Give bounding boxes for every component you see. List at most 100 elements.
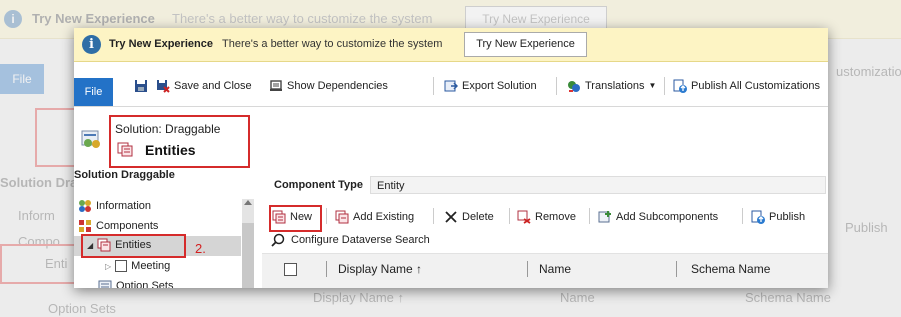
component-panel: Component Type Entity New Add Existing D…: [262, 169, 828, 288]
publish-all-label: Publish All Customizations: [691, 79, 821, 92]
toolbar-divider: [433, 77, 434, 95]
nav-item-option-sets[interactable]: Option Sets: [98, 279, 173, 288]
show-dependencies-button[interactable]: Show Dependencies: [269, 77, 388, 94]
nav-item-option-sets-label: Option Sets: [116, 280, 174, 288]
customization-window: i Try New Experience There's a better wa…: [74, 28, 828, 288]
nav-item-meeting[interactable]: ▷ Meeting: [105, 260, 170, 272]
components-icon: [79, 220, 91, 232]
background-customization-text: ustomizatio: [836, 64, 901, 79]
background-name-text: Name: [560, 290, 595, 305]
save-and-close-button[interactable]: Save and Close: [156, 77, 252, 94]
component-type-label: Component Type: [274, 179, 364, 191]
solution-name-label: Solution: Draggable: [115, 122, 221, 136]
banner-title: Try New Experience: [109, 38, 213, 50]
translations-label: Translations: [585, 79, 645, 92]
remove-icon: [517, 210, 531, 224]
remove-label: Remove: [535, 210, 576, 223]
background-highlight-box: [35, 108, 79, 167]
export-solution-button[interactable]: Export Solution: [444, 77, 537, 94]
new-button[interactable]: New: [272, 208, 312, 225]
configure-search-label: Configure Dataverse Search: [291, 234, 430, 246]
delete-button[interactable]: Delete: [444, 208, 494, 225]
banner-text: There's a better way to customize the sy…: [222, 38, 443, 50]
search-icon: [271, 233, 285, 247]
command-divider: [433, 208, 434, 224]
command-divider: [742, 208, 743, 224]
publish-all-icon: [673, 79, 687, 93]
grid-header: Display Name ↑ Name Schema Name: [262, 253, 828, 288]
select-all-checkbox[interactable]: [284, 263, 297, 276]
ribbon-toolbar: File Save and Close Show Dependencies Ex…: [74, 62, 828, 107]
dependencies-icon: [270, 79, 282, 91]
column-schema-name[interactable]: Schema Name: [691, 262, 770, 276]
new-entity-icon: [272, 210, 286, 223]
add-subcomponents-label: Add Subcomponents: [616, 210, 719, 223]
configure-dataverse-search-button[interactable]: Configure Dataverse Search: [271, 233, 430, 247]
publish-button[interactable]: Publish: [751, 208, 805, 225]
add-subcomponents-button[interactable]: Add Subcomponents: [598, 208, 718, 225]
column-divider: [676, 261, 677, 277]
option-sets-icon: [98, 280, 112, 288]
toolbar-divider: [556, 77, 557, 95]
scroll-up-arrow-icon[interactable]: [244, 200, 252, 205]
file-tab[interactable]: File: [74, 78, 113, 106]
column-divider: [326, 261, 327, 277]
translations-icon: [568, 80, 580, 92]
background-publish-text: Publish: [845, 220, 888, 235]
publish-icon: [751, 210, 765, 224]
add-existing-label: Add Existing: [353, 210, 415, 223]
solution-navigation: Solution Draggable Information Component…: [74, 169, 262, 288]
solution-nav-title: Solution Draggable: [74, 169, 175, 181]
step-2-annotation: 2.: [195, 241, 206, 256]
show-dependencies-label: Show Dependencies: [287, 79, 388, 92]
command-divider: [509, 208, 510, 224]
export-icon: [444, 80, 458, 91]
command-divider: [326, 208, 327, 224]
nav-scrollbar-thumb[interactable]: [242, 223, 254, 288]
nav-item-components[interactable]: Components: [78, 219, 158, 233]
info-icon: i: [82, 35, 101, 54]
entities-heading: Entities: [145, 142, 196, 158]
delete-label: Delete: [462, 210, 494, 223]
command-divider: [589, 208, 590, 224]
nav-item-information-label: Information: [96, 200, 152, 212]
add-subcomponents-icon: [598, 210, 611, 222]
column-name[interactable]: Name: [539, 262, 571, 276]
save-close-icon: [157, 79, 170, 93]
chevron-down-icon: ▼: [648, 81, 657, 90]
background-solution-text: Solution Dra: [0, 175, 78, 190]
remove-button[interactable]: Remove: [517, 208, 576, 225]
background-banner-text: There's a better way to customize the sy…: [172, 11, 433, 26]
try-new-experience-banner: i Try New Experience There's a better wa…: [74, 28, 828, 62]
column-display-name[interactable]: Display Name ↑: [338, 262, 422, 276]
meeting-entity-icon: [115, 260, 128, 272]
publish-label: Publish: [769, 210, 806, 223]
info-icon: i: [4, 10, 22, 28]
save-icon: [135, 79, 147, 92]
background-display-name-text: Display Name ↑: [313, 290, 405, 305]
solution-icon: [81, 130, 100, 148]
translations-dropdown[interactable]: Translations ▼: [567, 77, 656, 94]
publish-all-customizations-button[interactable]: Publish All Customizations: [673, 77, 820, 94]
expand-arrow-icon: ▷: [105, 261, 112, 271]
nav-item-components-label: Components: [96, 220, 159, 232]
information-icon: [79, 200, 91, 212]
nav-item-information[interactable]: Information: [78, 199, 151, 213]
background-banner-title: Try New Experience: [32, 11, 155, 26]
add-existing-icon: [335, 210, 349, 223]
entities-nav-highlight: [81, 234, 186, 258]
column-divider: [527, 261, 528, 277]
delete-icon: [445, 210, 457, 223]
save-button[interactable]: [134, 77, 148, 94]
background-information-text: Inform: [18, 208, 55, 223]
background-schema-name-text: Schema Name: [745, 290, 831, 305]
entities-icon: [117, 142, 133, 157]
export-solution-label: Export Solution: [462, 79, 537, 92]
solution-header: Solution: Draggable Entities 1. 3.: [74, 107, 828, 202]
save-and-close-label: Save and Close: [174, 79, 252, 92]
toolbar-divider: [664, 77, 665, 95]
try-new-experience-button[interactable]: Try New Experience: [464, 32, 587, 57]
component-type-select[interactable]: Entity: [370, 176, 826, 194]
background-option-sets-text: Option Sets: [48, 301, 116, 316]
add-existing-button[interactable]: Add Existing: [335, 208, 414, 225]
